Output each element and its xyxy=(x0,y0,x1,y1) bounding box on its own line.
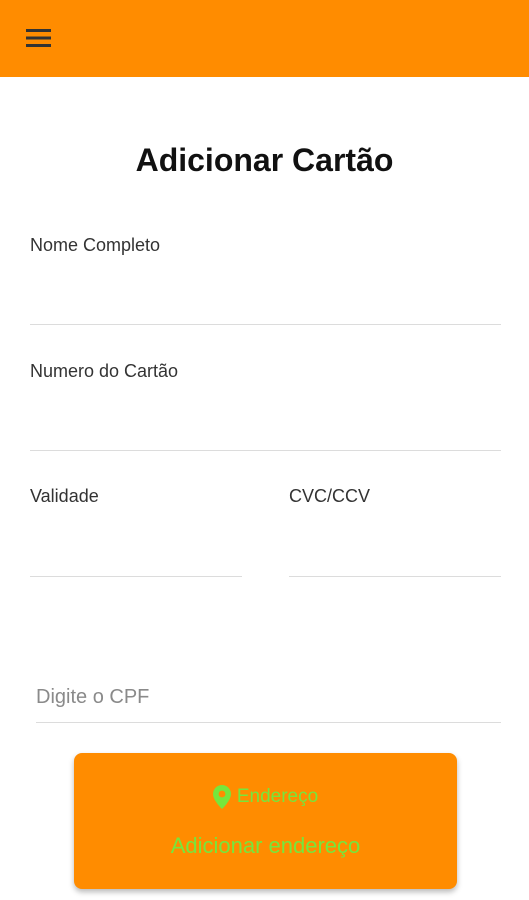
cvc-field[interactable] xyxy=(289,542,501,577)
menu-button[interactable] xyxy=(18,20,60,56)
add-card-screen: Adicionar Cartão Nome Completo Numero do… xyxy=(0,0,529,900)
add-address-button[interactable]: Endereço Adicionar endereço xyxy=(74,753,457,889)
cpf-field[interactable] xyxy=(36,672,501,723)
page-title: Adicionar Cartão xyxy=(135,142,394,178)
address-caption-row: Endereço xyxy=(74,785,457,809)
app-bar xyxy=(0,0,529,77)
hamburger-menu-icon xyxy=(26,29,51,47)
card-number-field[interactable] xyxy=(30,416,501,451)
validity-label: Validade xyxy=(30,486,99,506)
card-number-label: Numero do Cartão xyxy=(30,361,179,381)
add-address-label: Adicionar endereço xyxy=(170,833,361,858)
full-name-label: Nome Completo xyxy=(30,235,161,255)
address-caption: Endereço xyxy=(236,786,319,807)
location-pin-icon xyxy=(212,785,231,809)
full-name-field[interactable] xyxy=(30,290,501,325)
validity-field[interactable] xyxy=(30,542,242,577)
cvc-label: CVC/CCV xyxy=(289,486,371,506)
